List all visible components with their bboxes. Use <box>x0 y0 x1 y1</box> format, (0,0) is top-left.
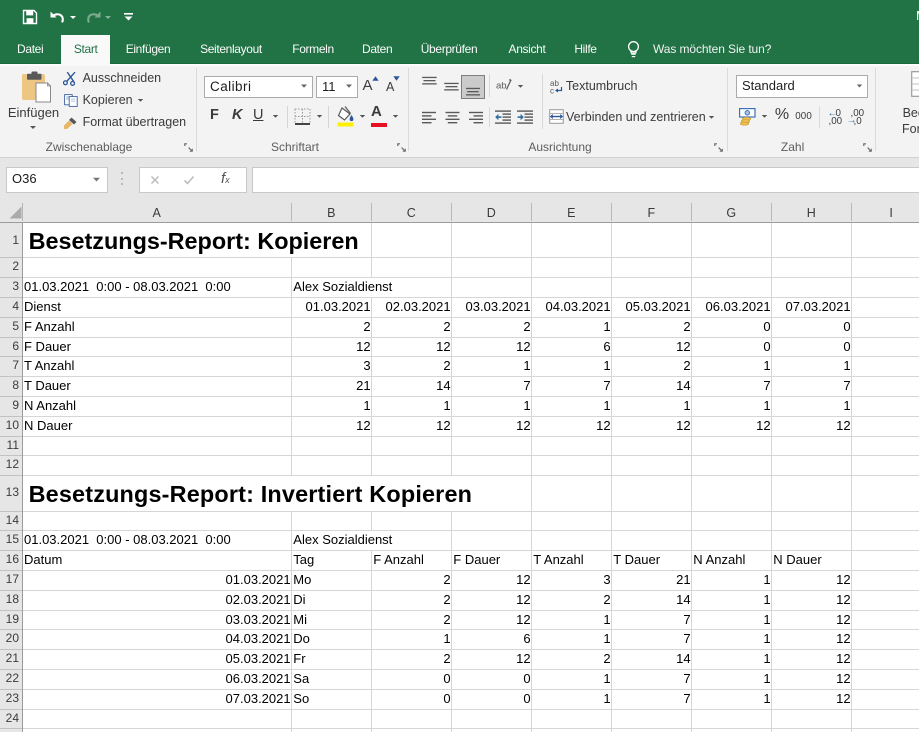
svg-text:ab: ab <box>496 81 507 92</box>
svg-text:c: c <box>550 87 554 95</box>
